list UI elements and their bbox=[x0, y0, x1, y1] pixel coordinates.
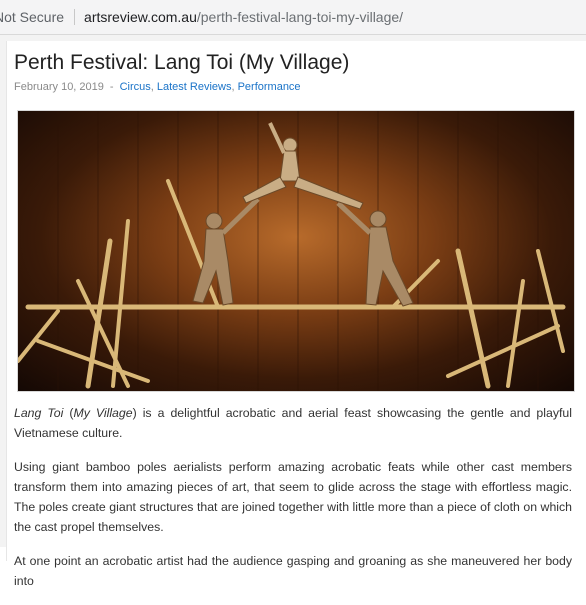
italic-title: Lang Toi bbox=[14, 406, 64, 420]
address-bar-divider bbox=[74, 9, 76, 25]
url-domain[interactable]: artsreview.com.au bbox=[84, 9, 197, 25]
meta-separator: - bbox=[109, 81, 114, 93]
article-card: Perth Festival: Lang Toi (My Village) Fe… bbox=[6, 41, 586, 588]
article-body: Lang Toi (My Village) is a delightful ac… bbox=[14, 403, 572, 605]
security-label[interactable]: Not Secure bbox=[0, 9, 64, 25]
category-link-performance[interactable]: Performance bbox=[238, 81, 301, 93]
category-separator: , bbox=[150, 81, 154, 93]
italic-subtitle: My Village bbox=[73, 406, 133, 420]
url-path[interactable]: /perth-festival-lang-toi-my-village/ bbox=[197, 9, 403, 25]
paragraph-1: Lang Toi (My Village) is a delightful ac… bbox=[14, 403, 572, 443]
paragraph-3: At one point an acrobatic artist had the… bbox=[14, 554, 572, 588]
category-separator: , bbox=[231, 81, 235, 93]
category-link-latest-reviews[interactable]: Latest Reviews bbox=[157, 81, 232, 93]
acrobats-bamboo-illustration bbox=[18, 111, 566, 391]
article-title: Perth Festival: Lang Toi (My Village) bbox=[14, 51, 350, 74]
article-hero-image bbox=[17, 110, 575, 392]
article-date: February 10, 2019 bbox=[14, 81, 104, 93]
article-meta: February 10, 2019- Circus, Latest Reviews… bbox=[14, 81, 301, 93]
address-bar[interactable]: Not Secure artsreview.com.au/perth-festi… bbox=[0, 0, 586, 35]
category-link-circus[interactable]: Circus bbox=[120, 81, 151, 93]
page-background: Perth Festival: Lang Toi (My Village) Fe… bbox=[0, 35, 586, 588]
paragraph-text: ( bbox=[63, 406, 74, 420]
paragraph-2: Using giant bamboo poles aerialists perf… bbox=[14, 460, 572, 534]
